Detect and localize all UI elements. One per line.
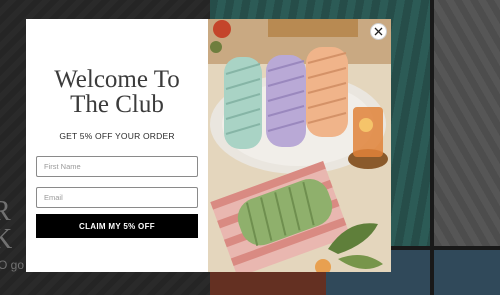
email-field[interactable] [36, 187, 198, 208]
promo-image [208, 19, 391, 272]
claim-discount-button[interactable]: CLAIM MY 5% OFF [36, 214, 198, 238]
close-button[interactable] [370, 23, 387, 40]
macrame-cords-photo [208, 19, 391, 272]
signup-modal: Welcome To The Club GET 5% OFF YOUR ORDE… [26, 19, 391, 272]
signup-form-panel: Welcome To The Club GET 5% OFF YOUR ORDE… [26, 19, 208, 272]
modal-title: Welcome To The Club [54, 66, 180, 118]
close-icon [374, 27, 383, 36]
offer-text: GET 5% OFF YOUR ORDER [59, 131, 175, 141]
first-name-field[interactable] [36, 156, 198, 177]
